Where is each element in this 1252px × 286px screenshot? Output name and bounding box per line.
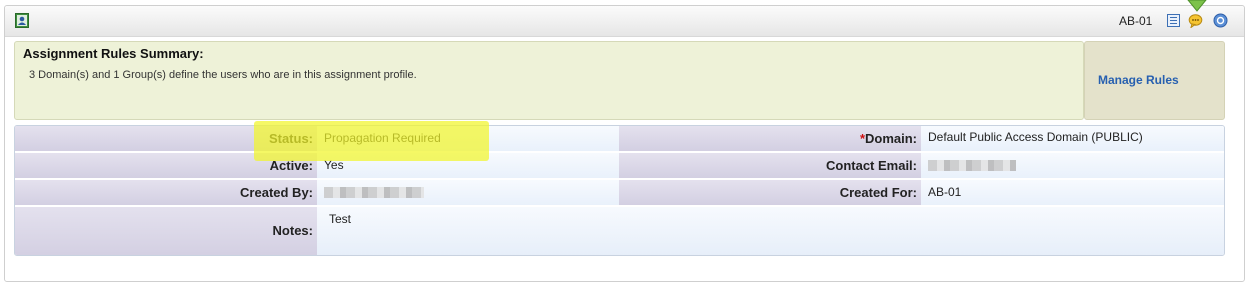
- notes-value: Test: [317, 207, 1224, 255]
- created-by-value: [317, 180, 619, 207]
- summary-description: 3 Domain(s) and 1 Group(s) define the us…: [29, 69, 417, 81]
- domain-value: Default Public Access Domain (PUBLIC): [921, 126, 1224, 153]
- contact-email-value: [921, 153, 1224, 180]
- manage-rules-link[interactable]: Manage Rules: [1098, 73, 1179, 87]
- domain-label-text: Domain:: [865, 131, 917, 146]
- summary-title: Assignment Rules Summary:: [23, 46, 204, 61]
- created-for-label: Created For:: [619, 180, 921, 207]
- contact-email-label: Contact Email:: [619, 153, 921, 180]
- assignment-rules-summary: Assignment Rules Summary: 3 Domain(s) an…: [14, 41, 1084, 120]
- status-highlight: [254, 121, 489, 161]
- app-profile-icon: [15, 13, 29, 28]
- manage-rules-box: Manage Rules: [1084, 41, 1225, 120]
- pointer-arrow-icon: [1187, 0, 1207, 12]
- notes-text: Test: [329, 212, 352, 226]
- assignment-profile-panel: AB-01 Assignment Rules Summary: 3 Domain…: [4, 5, 1245, 282]
- profile-details-grid: Status: Active: Created By: Notes: Propa…: [14, 125, 1225, 256]
- created-by-label: Created By:: [15, 180, 317, 207]
- help-icon[interactable]: [1213, 13, 1228, 28]
- panel-titlebar: AB-01: [5, 6, 1244, 37]
- domain-label: *Domain:: [619, 126, 921, 153]
- redacted-contact-email: [928, 160, 1016, 172]
- record-id: AB-01: [1119, 14, 1153, 28]
- comments-icon[interactable]: [1188, 13, 1203, 28]
- redacted-created-by: [324, 187, 424, 199]
- created-for-value: AB-01: [921, 180, 1224, 207]
- list-view-icon[interactable]: [1166, 13, 1181, 28]
- notes-label: Notes:: [15, 207, 317, 255]
